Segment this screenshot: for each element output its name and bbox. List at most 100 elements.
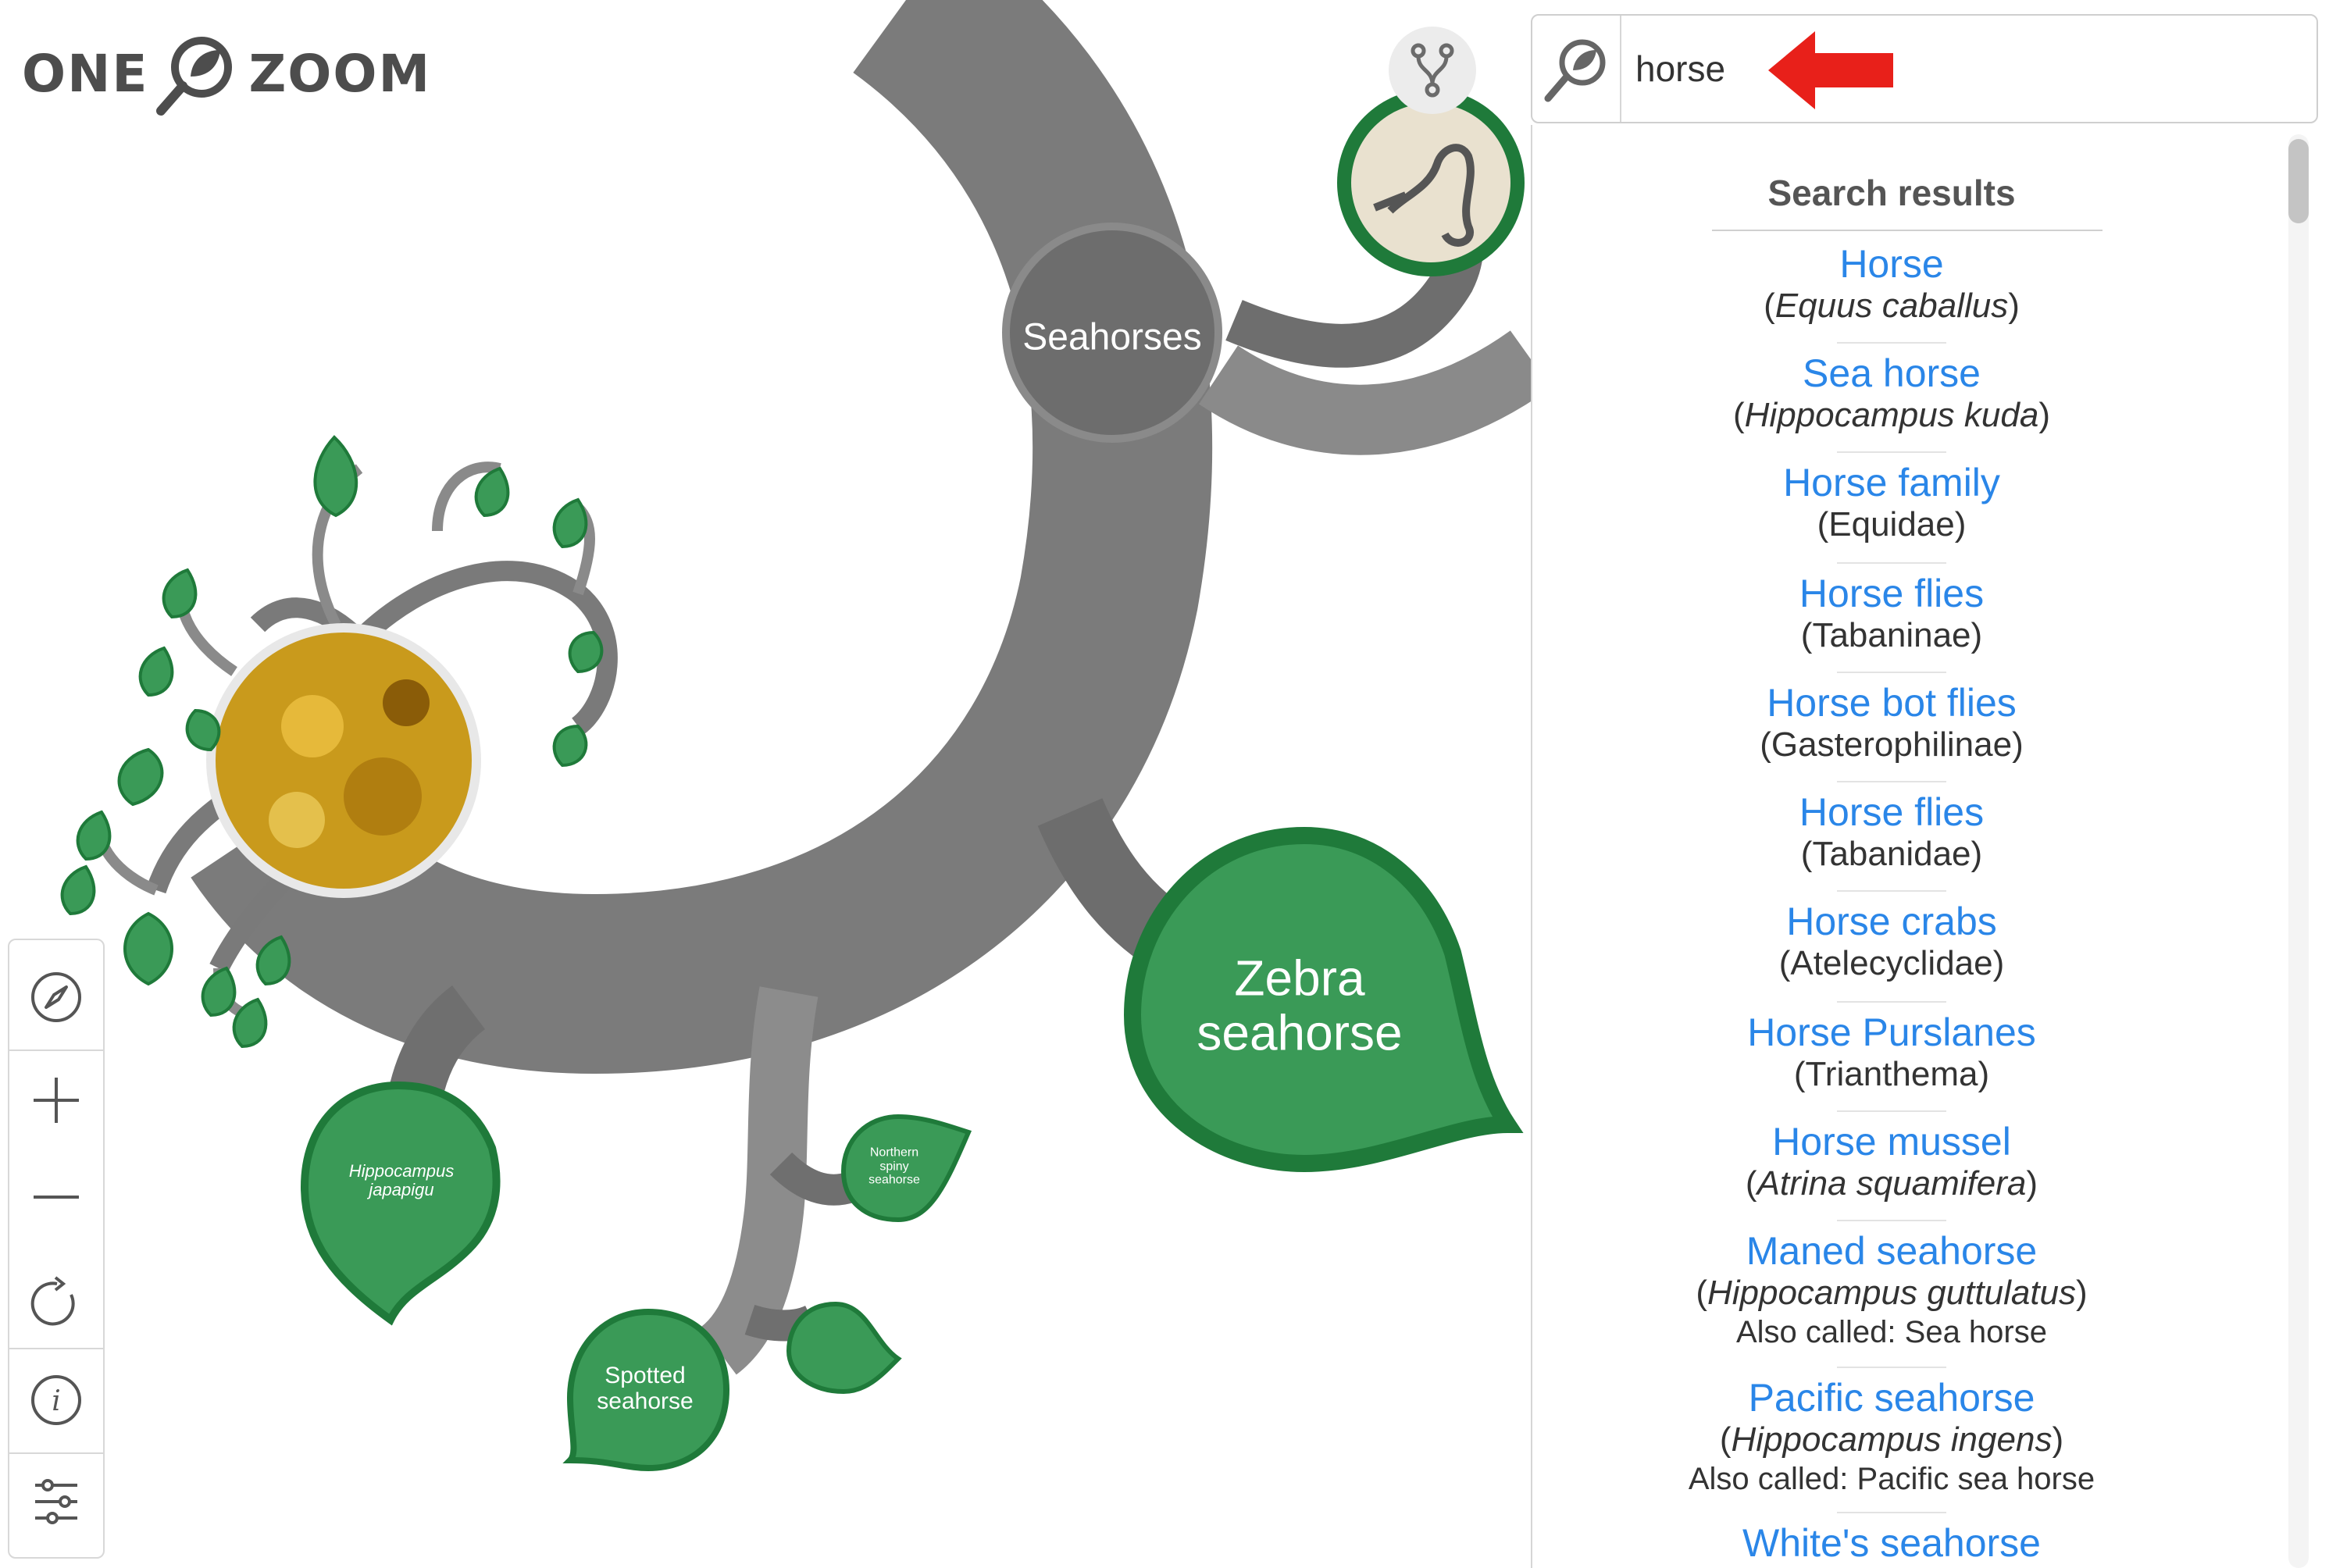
scientific-name-text: Hippocampus guttulatus — [1707, 1274, 2077, 1312]
japapigu-leaf[interactable] — [300, 1081, 501, 1326]
result-divider — [1837, 672, 1946, 673]
japapigu-label: Hippocampus japapigu — [348, 1160, 455, 1199]
image-texture — [344, 757, 422, 836]
result-divider — [1837, 1367, 1946, 1368]
search-results-title: Search results — [1767, 173, 2016, 213]
toolbar-divider — [9, 1452, 103, 1454]
search-result-item[interactable]: Horse (Equus caballus) — [1532, 242, 2251, 326]
reset-button[interactable] — [9, 1260, 103, 1346]
unnamed-leaf[interactable] — [786, 1301, 902, 1395]
result-divider — [1837, 890, 1946, 892]
magnifier-leaf-icon — [156, 37, 233, 116]
search-result-item[interactable]: Pacific seahorse (Hippocampus ingens) Also… — [1532, 1376, 2251, 1498]
toolbar-divider — [9, 1049, 103, 1051]
results-scrollbar-thumb[interactable] — [2288, 139, 2309, 223]
zoom-in-button[interactable] — [9, 1057, 103, 1143]
scientific-name-text: Equidae — [1828, 505, 1955, 543]
result-divider — [1837, 1110, 1946, 1112]
japapigu-label-line2: japapigu — [369, 1180, 434, 1199]
result-scientific-name: (Hippocampus kuda) — [1733, 396, 2050, 434]
image-texture — [281, 695, 344, 757]
result-scientific-name: (Atrina squamifera) — [1745, 1164, 2038, 1203]
toolbar-divider — [9, 1348, 103, 1349]
info-button[interactable]: i — [9, 1357, 103, 1443]
result-common-name-link[interactable]: Horse family — [1532, 461, 2251, 504]
branch-to-right-edge — [1199, 330, 1552, 455]
search-input[interactable] — [1635, 34, 2182, 103]
result-scientific-name: (Hippocampus guttulatus) — [1696, 1274, 2088, 1312]
northern-spiny-label: Northern spiny seahorse — [868, 1146, 920, 1188]
result-scientific-name: (Gasterophilinae) — [1760, 725, 2024, 764]
scientific-name-text: Atelecyclidae — [1790, 944, 1993, 982]
result-scientific-name: (Hippocampus ingens) — [1719, 1420, 2064, 1459]
settings-sliders-icon — [35, 1479, 77, 1524]
result-divider — [1837, 1001, 1946, 1003]
results-scrollbar[interactable] — [2288, 134, 2309, 1568]
search-box — [1531, 14, 2318, 123]
northern-label-line1: Northern — [869, 1146, 919, 1160]
result-divider — [1837, 562, 1946, 564]
search-result-item[interactable]: Horse crabs (Atelecyclidae) — [1532, 900, 2251, 984]
search-result-item[interactable]: Horse bot flies (Gasterophilinae) — [1532, 681, 2251, 765]
spotted-label-line1: Spotted — [605, 1363, 686, 1388]
search-result-item[interactable]: Horse flies (Tabaninae) — [1532, 572, 2251, 656]
fork-icon — [1411, 43, 1454, 98]
result-divider — [1837, 1220, 1946, 1221]
result-common-name-link[interactable]: Pacific seahorse — [1532, 1376, 2251, 1420]
logo-text-left: ONE — [22, 43, 149, 104]
tree-view-button[interactable] — [1389, 27, 1476, 114]
svg-text:i: i — [52, 1385, 61, 1417]
search-result-item[interactable]: Horse Purslanes (Trianthema) — [1532, 1010, 2251, 1095]
scientific-name-text: Tabaninae — [1812, 616, 1971, 654]
logo-text-right: ZOOM — [248, 43, 432, 104]
result-also-called: Also called: Pacific sea horse — [1688, 1462, 2095, 1496]
branch-to-northern — [769, 1152, 857, 1206]
search-result-item[interactable]: Maned seahorse (Hippocampus guttulatus) Al… — [1532, 1229, 2251, 1351]
result-common-name-link[interactable]: Horse — [1532, 242, 2251, 286]
result-divider — [1837, 451, 1946, 453]
northern-label-line2: spiny — [879, 1160, 909, 1174]
result-scientific-name: (Equidae) — [1817, 505, 1967, 543]
compass-icon — [31, 972, 81, 1022]
result-scientific-name: (Equus caballus) — [1764, 287, 2020, 325]
spotted-label-line2: seahorse — [597, 1388, 694, 1414]
result-divider — [1837, 1512, 1946, 1513]
scientific-name-text: Equus caballus — [1774, 287, 2009, 325]
result-common-name-link[interactable]: Maned seahorse — [1532, 1229, 2251, 1273]
onezoom-logo[interactable]: ONE ZOOM — [22, 27, 431, 120]
title-divider — [1712, 230, 2103, 231]
search-result-item[interactable]: White's seahorse — [1532, 1521, 2251, 1565]
seahorses-clade-label: Seahorses — [1022, 316, 1202, 358]
result-common-name-link[interactable]: Sea horse — [1532, 351, 2251, 395]
scientific-name-text: Tabanidae — [1812, 835, 1971, 873]
image-texture — [269, 792, 325, 848]
info-icon: i — [31, 1375, 81, 1425]
japapigu-label-line1: Hippocampus — [348, 1160, 455, 1181]
zoom-in-icon — [34, 1078, 79, 1123]
result-divider — [1837, 342, 1946, 344]
search-result-item[interactable]: Horse flies (Tabanidae) — [1532, 790, 2251, 875]
result-common-name-link[interactable]: Horse crabs — [1532, 900, 2251, 943]
zoom-out-button[interactable] — [9, 1154, 103, 1240]
search-result-item[interactable]: Sea horse (Hippocampus kuda) — [1532, 351, 2251, 436]
compass-button[interactable] — [9, 954, 103, 1040]
result-common-name-link[interactable]: Horse Purslanes — [1532, 1010, 2251, 1054]
result-common-name-link[interactable]: Horse mussel — [1532, 1120, 2251, 1164]
northern-label-line3: seahorse — [868, 1173, 920, 1187]
settings-button[interactable] — [9, 1459, 103, 1545]
result-common-name-link[interactable]: Horse bot flies — [1532, 681, 2251, 725]
pygmy-seahorse-image — [216, 633, 472, 889]
result-scientific-name: (Atelecyclidae) — [1778, 944, 2005, 982]
search-results-panel[interactable]: Search results Horse (Equus caballus) Sea … — [1531, 125, 2320, 1568]
zebra-label-line2: seahorse — [1197, 1005, 1403, 1061]
search-button[interactable] — [1532, 16, 1621, 122]
reset-icon — [30, 1276, 75, 1326]
result-scientific-name: (Tabaninae) — [1800, 616, 1983, 654]
search-result-item[interactable]: Horse family (Equidae) — [1532, 461, 2251, 545]
scientific-name-text: Atrina squamifera — [1757, 1164, 2027, 1203]
result-common-name-link[interactable]: Horse flies — [1532, 572, 2251, 615]
zebra-label-line1: Zebra — [1234, 950, 1365, 1007]
result-common-name-link[interactable]: White's seahorse — [1532, 1521, 2251, 1565]
result-common-name-link[interactable]: Horse flies — [1532, 790, 2251, 834]
search-result-item[interactable]: Horse mussel (Atrina squamifera) — [1532, 1120, 2251, 1204]
